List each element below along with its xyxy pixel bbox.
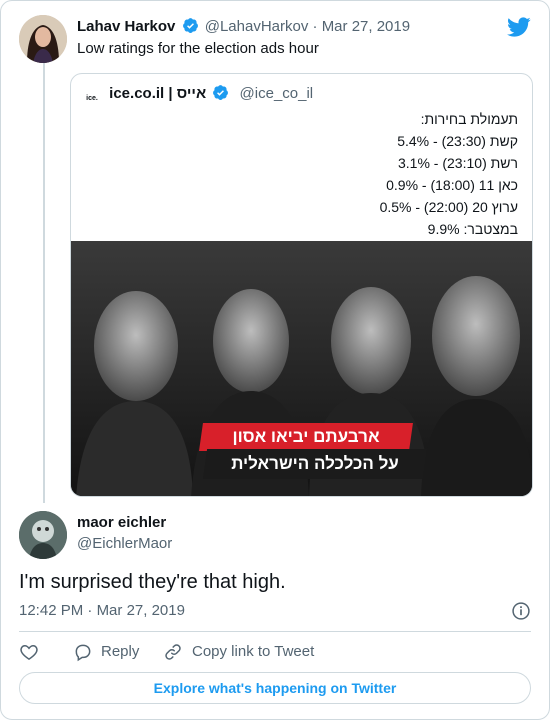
verified-badge-icon <box>182 18 198 33</box>
twitter-bird-icon[interactable] <box>507 15 531 39</box>
quoted-line: תעמולת בחירות: <box>420 111 518 127</box>
meta-separator: · <box>87 602 93 619</box>
meta-separator: · <box>312 18 318 35</box>
reply-label: Reply <box>101 643 140 660</box>
reply-bubble-icon <box>75 644 91 662</box>
reply-button[interactable]: Reply <box>73 641 153 665</box>
banner-line-1: ארבעתם יביאו אסון <box>232 427 380 446</box>
copy-link-label: Copy link to Tweet <box>192 643 315 660</box>
author-name[interactable]: maor eichler <box>77 513 166 533</box>
quoted-line: ערוץ 20 (22:00) - 0.5% <box>379 199 518 215</box>
author-handle[interactable]: @LahavHarkov <box>205 18 309 35</box>
author-name[interactable]: Lahav Harkov <box>77 18 175 35</box>
quoted-line: במצטבר: 9.9% <box>427 221 518 237</box>
quoted-tweet[interactable]: ice. ice.co.il | אייס @ice_co_il תעמולת … <box>70 73 533 497</box>
quoted-line: רשת (23:10) - 3.1% <box>397 155 518 171</box>
quoted-line: קשת (23:30) - 5.4% <box>397 133 518 149</box>
divider <box>19 631 531 632</box>
thread-line <box>43 63 45 503</box>
link-icon <box>165 644 181 660</box>
author-handle[interactable]: @EichlerMaor <box>77 534 172 554</box>
tweet-text: I'm surprised they're that high. <box>19 571 286 593</box>
embedded-tweet-card: Lahav Harkov @LahavHarkov · Mar 27, 2019… <box>0 0 550 720</box>
quoted-media-image[interactable]: ארבעתם יביאו אסון על הכלכלה הישראלית <box>71 241 532 496</box>
verified-badge-icon <box>213 85 229 100</box>
parent-tweet[interactable]: Lahav Harkov @LahavHarkov · Mar 27, 2019… <box>1 1 549 509</box>
avatar[interactable] <box>19 15 67 63</box>
ice-logo-icon: ice. <box>83 90 101 108</box>
quoted-author-handle[interactable]: @ice_co_il <box>240 85 314 102</box>
tweet-time: 12:42 PM <box>19 602 84 619</box>
banner-line-2: על הכלכלה הישראלית <box>231 454 399 473</box>
quoted-author-name[interactable]: ice.co.il | אייס <box>109 85 206 102</box>
tweet-date: Mar 27, 2019 <box>96 602 185 619</box>
avatar[interactable] <box>19 511 67 559</box>
tweet-timestamp[interactable]: 12:42 PM · Mar 27, 2019 <box>19 601 185 621</box>
tweet-text: Low ratings for the election ads hour <box>77 40 319 57</box>
like-button[interactable] <box>19 641 43 665</box>
quoted-text: תעמולת בחירות: קשת (23:30) - 5.4% רשת (2… <box>218 108 518 240</box>
tweet-header: Lahav Harkov @LahavHarkov · Mar 27, 2019 <box>77 17 499 37</box>
copy-link-button[interactable]: Copy link to Tweet <box>163 641 343 665</box>
tweet-date[interactable]: Mar 27, 2019 <box>322 18 410 35</box>
explore-twitter-button[interactable]: Explore what's happening on Twitter <box>19 672 531 704</box>
quoted-header: ice. ice.co.il | אייס @ice_co_il <box>83 84 313 108</box>
heart-icon <box>20 644 38 660</box>
quoted-line: כאן 11 (18:00) - 0.9% <box>386 177 518 193</box>
info-icon[interactable] <box>511 601 531 621</box>
